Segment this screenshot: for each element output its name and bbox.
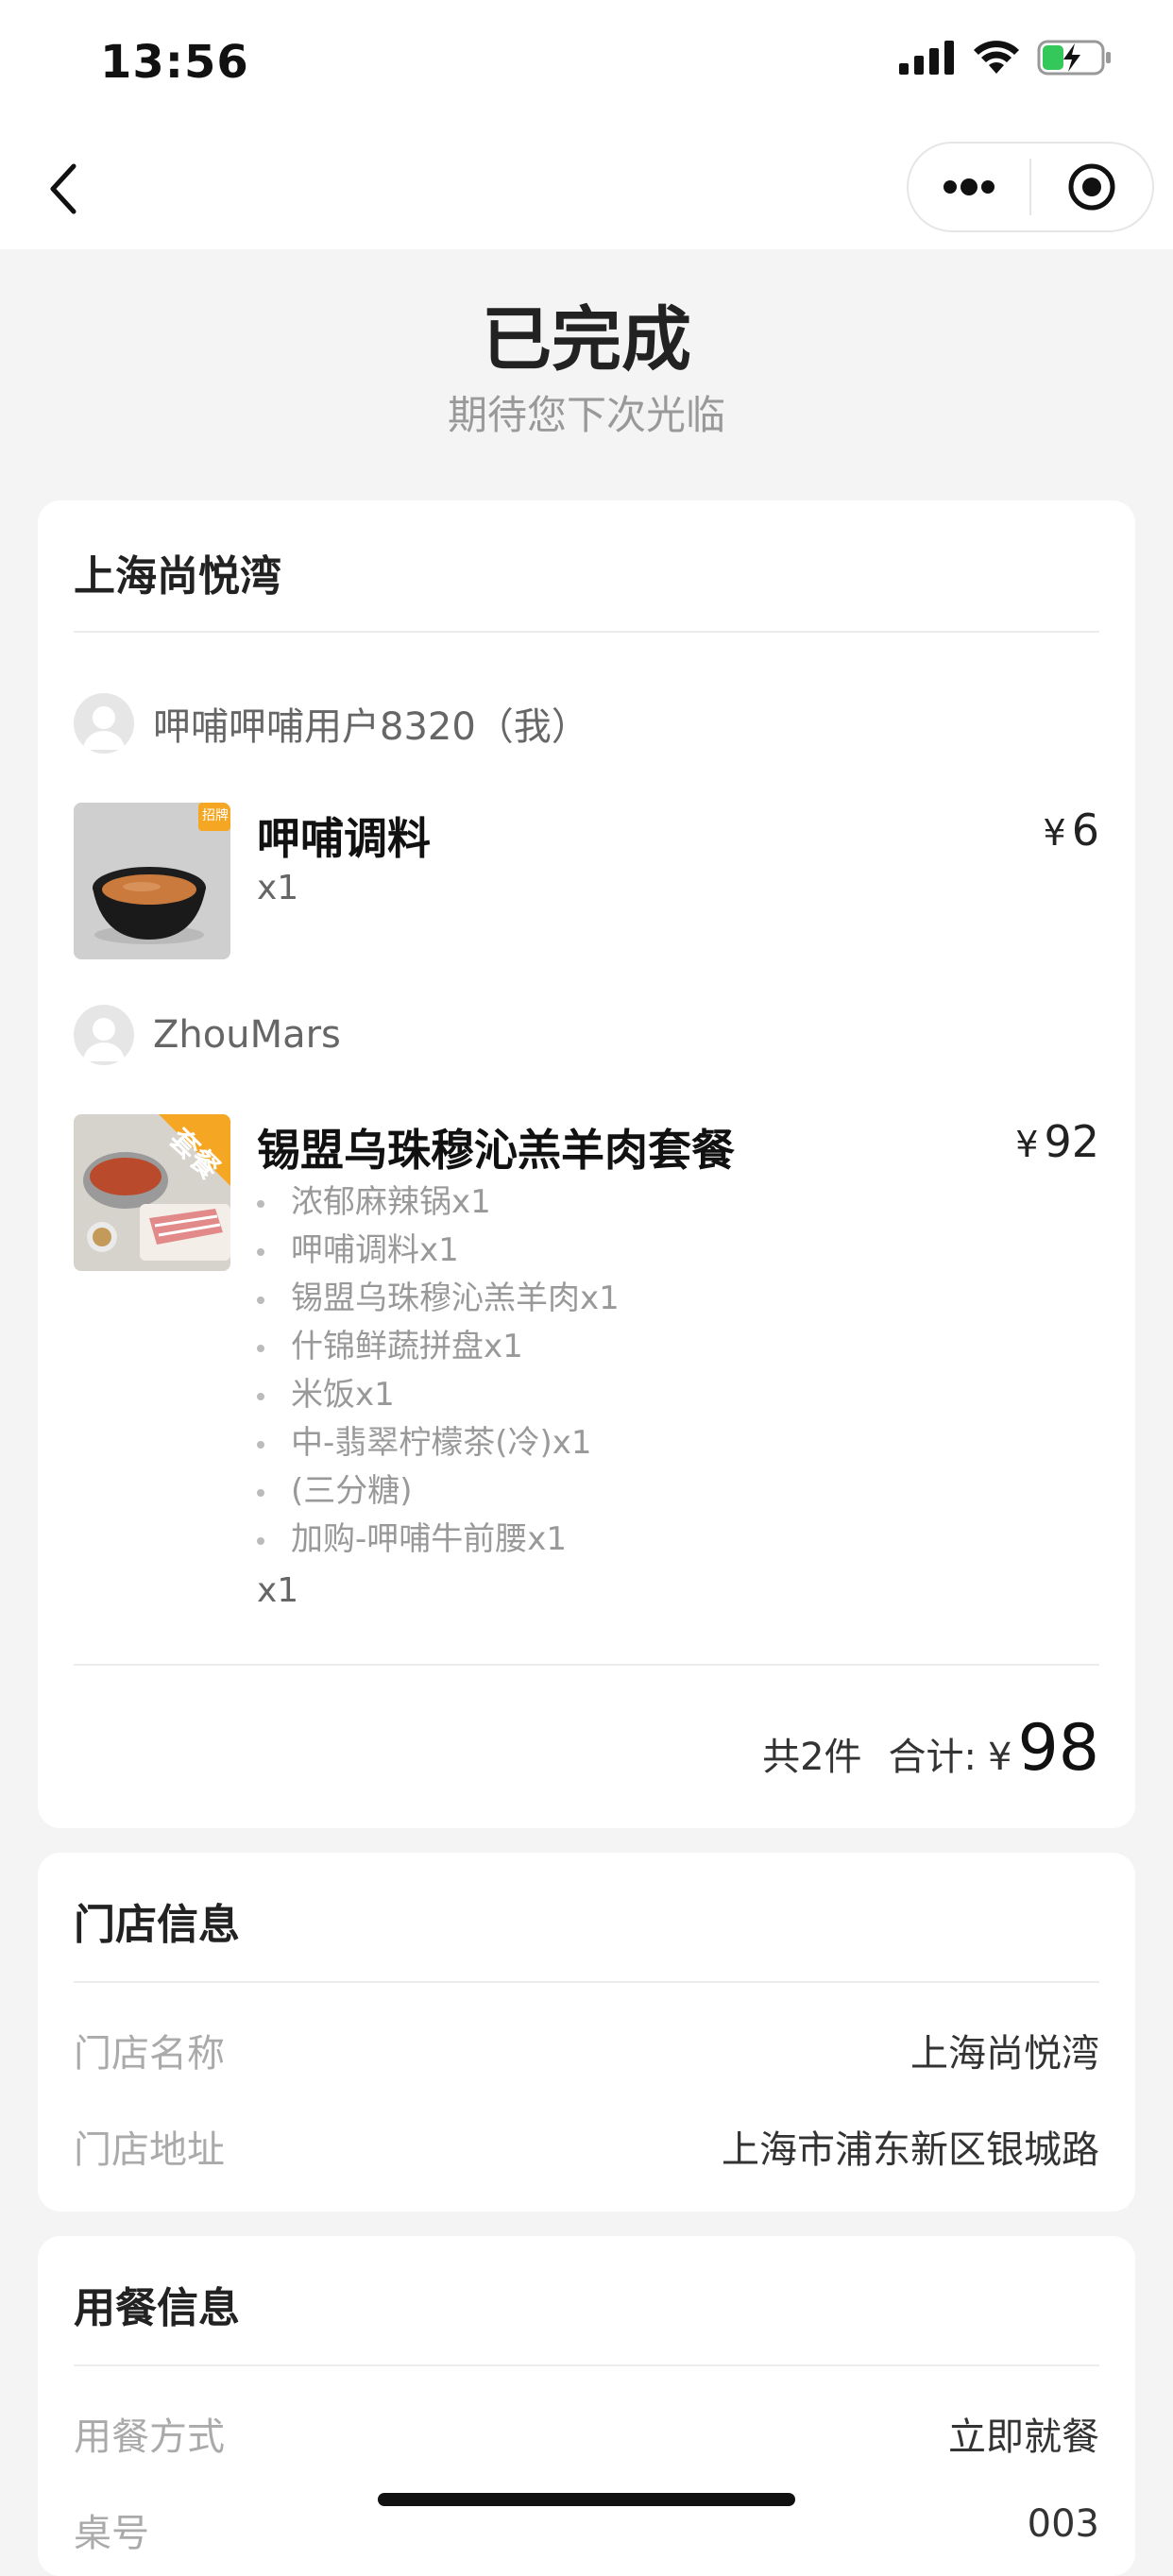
order-items-card: 上海尚悦湾 呷哺呷哺用户8320（我） 招牌 呷哺调料 x1 ¥6 ZhouMa… [38, 500, 1135, 1828]
info-value: 003 [1027, 2502, 1099, 2546]
item-image: 套餐 [74, 1114, 230, 1271]
back-button[interactable] [38, 153, 94, 225]
item-badge: 招牌 [202, 808, 229, 823]
total-label: 合计: [888, 1736, 978, 1779]
more-dots-icon [944, 178, 994, 195]
section-title: 用餐信息 [74, 2284, 240, 2332]
wifi-icon [974, 41, 1019, 74]
item-image: 招牌 [74, 803, 230, 959]
set-meal-item: 米饭x1 [257, 1371, 620, 1419]
store-name: 上海尚悦湾 [74, 552, 281, 601]
item-price: ¥6 [1044, 805, 1099, 856]
orderer-name: 呷哺呷哺用户8320（我） [153, 705, 589, 749]
total-amount: 98 [1017, 1711, 1099, 1786]
info-row-table-number: 桌号 003 [74, 2502, 1099, 2557]
nav-bar [0, 128, 1173, 249]
info-label: 门店地址 [74, 2128, 225, 2172]
currency-symbol: ¥ [988, 1736, 1012, 1779]
more-button[interactable] [909, 144, 1029, 230]
set-meal-item: 浓郁麻辣锅x1 [257, 1178, 620, 1227]
set-meal-item: 什锦鲜蔬拼盘x1 [257, 1323, 620, 1371]
info-label: 桌号 [74, 2512, 149, 2555]
item-quantity: x1 [257, 869, 299, 907]
avatar [74, 693, 134, 754]
status-bar: 13:56 [0, 0, 1173, 128]
status-icons [899, 40, 1113, 76]
divider [74, 1664, 1099, 1666]
set-meal-item: 呷哺调料x1 [257, 1227, 620, 1275]
item-price-value: 6 [1071, 805, 1099, 856]
item-name: 锡盟乌珠穆沁羔羊肉套餐 [257, 1125, 735, 1176]
mini-program-capsule [907, 142, 1154, 232]
orderer-row: 呷哺呷哺用户8320（我） [74, 693, 589, 754]
store-info-card: 门店信息 门店名称 上海尚悦湾 门店地址 上海市浦东新区银城路 [38, 1853, 1135, 2212]
battery-charging-icon [1037, 40, 1111, 76]
home-indicator[interactable] [378, 2493, 795, 2506]
chevron-left-icon [50, 163, 76, 214]
item-quantity: x1 [257, 1571, 299, 1610]
set-meal-item: 加购-呷哺牛前腰x1 [257, 1516, 620, 1564]
orderer-row: ZhouMars [74, 1005, 341, 1065]
item-name: 呷哺调料 [257, 813, 431, 864]
currency-symbol: ¥ [1043, 812, 1066, 854]
order-total: 共2件 合计: ¥ 98 [762, 1711, 1099, 1786]
divider [74, 1981, 1099, 1983]
default-avatar-icon [83, 706, 125, 750]
set-meal-item-note: (三分糖) [257, 1467, 620, 1516]
info-value: 上海市浦东新区银城路 [722, 2128, 1099, 2172]
info-value: 上海尚悦湾 [910, 2032, 1099, 2076]
divider [74, 2364, 1099, 2366]
total-item-count: 共2件 [762, 1736, 862, 1779]
status-time: 13:56 [100, 36, 249, 89]
signal-icon [899, 41, 954, 75]
info-value: 立即就餐 [948, 2415, 1099, 2459]
set-meal-item: 中-翡翠柠檬茶(冷)x1 [257, 1419, 620, 1467]
target-close-icon [1068, 163, 1115, 211]
default-avatar-icon [83, 1018, 125, 1061]
avatar [74, 1005, 134, 1065]
set-meal-contents: 浓郁麻辣锅x1 呷哺调料x1 锡盟乌珠穆沁羔羊肉x1 什锦鲜蔬拼盘x1 米饭x1… [257, 1178, 620, 1564]
orderer-name: ZhouMars [153, 1013, 341, 1057]
order-status-title: 已完成 [482, 299, 691, 381]
item-price-value: 92 [1044, 1116, 1099, 1167]
close-mini-program-button[interactable] [1031, 144, 1152, 230]
dining-info-card: 用餐信息 用餐方式 立即就餐 桌号 003 [38, 2236, 1135, 2576]
currency-symbol: ¥ [1015, 1124, 1039, 1165]
info-row-store-name: 门店名称 上海尚悦湾 [74, 2023, 1099, 2077]
divider [74, 631, 1099, 633]
info-row-store-address: 门店地址 上海市浦东新区银城路 [74, 2119, 1099, 2174]
info-label: 门店名称 [74, 2032, 225, 2076]
info-row-dining-method: 用餐方式 立即就餐 [74, 2406, 1099, 2461]
section-title: 门店信息 [74, 1901, 240, 1949]
info-label: 用餐方式 [74, 2415, 225, 2459]
item-price: ¥92 [1015, 1116, 1099, 1167]
order-status-subtitle: 期待您下次光临 [447, 392, 725, 438]
set-meal-item: 锡盟乌珠穆沁羔羊肉x1 [257, 1275, 620, 1323]
